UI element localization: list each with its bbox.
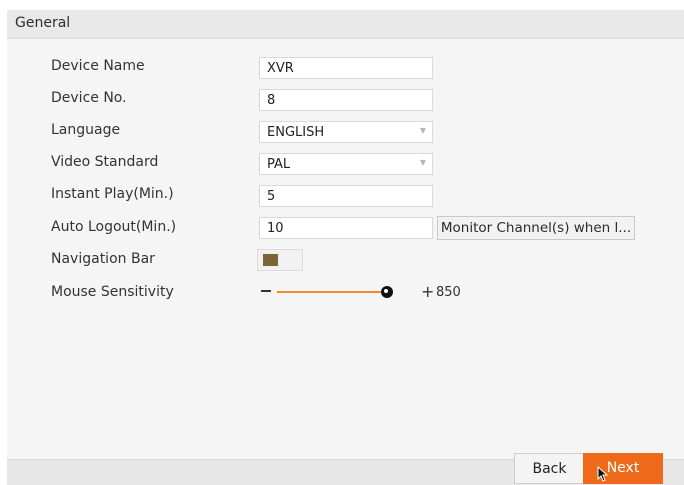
sensitivity-slider-track[interactable] [277, 291, 383, 293]
language-value: ENGLISH [267, 125, 325, 140]
instant-play-label: Instant Play(Min.) [51, 186, 174, 202]
sensitivity-value: 850 [436, 285, 461, 300]
auto-logout-input[interactable]: 10 [259, 217, 433, 239]
device-name-input[interactable]: XVR [259, 57, 433, 79]
panel-header: General [7, 10, 684, 39]
navigation-bar-label: Navigation Bar [51, 251, 155, 267]
sensitivity-slider-thumb[interactable] [381, 286, 393, 298]
mouse-pointer-icon [597, 466, 609, 482]
monitor-channels-button[interactable]: Monitor Channel(s) when l... [437, 216, 635, 240]
language-label: Language [51, 122, 121, 138]
device-name-label: Device Name [51, 58, 145, 74]
back-button[interactable]: Back [514, 453, 585, 484]
video-standard-value: PAL [267, 157, 291, 172]
instant-play-input[interactable]: 5 [259, 185, 433, 207]
language-select[interactable]: ENGLISH ▼ [259, 121, 433, 143]
general-settings-panel: General Device Name XVR Device No. 8 Lan… [7, 10, 684, 485]
increase-icon[interactable]: + [421, 284, 434, 300]
video-standard-select[interactable]: PAL ▼ [259, 153, 433, 175]
auto-logout-label: Auto Logout(Min.) [51, 219, 177, 235]
video-standard-label: Video Standard [51, 154, 159, 170]
page-title: General [15, 15, 71, 31]
navigation-bar-toggle[interactable] [257, 249, 303, 271]
decrease-icon[interactable] [261, 290, 271, 292]
next-button[interactable]: Next [583, 453, 663, 484]
device-no-label: Device No. [51, 90, 127, 106]
mouse-sensitivity-label: Mouse Sensitivity [51, 284, 174, 300]
dropdown-arrow-icon: ▼ [419, 158, 426, 167]
toggle-knob [263, 254, 278, 266]
device-no-input[interactable]: 8 [259, 89, 433, 111]
dropdown-arrow-icon: ▼ [419, 126, 426, 135]
